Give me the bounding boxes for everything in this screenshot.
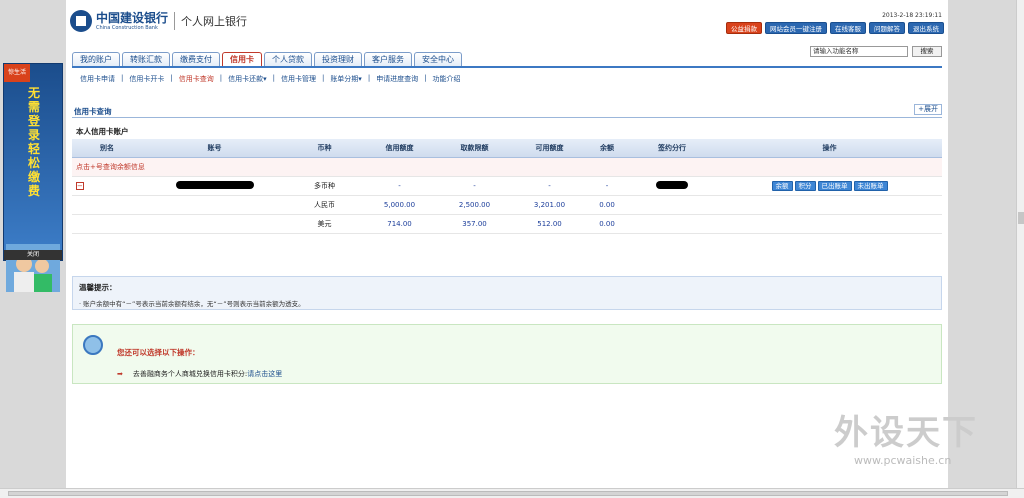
ad-badge: 惊生活 xyxy=(4,64,30,82)
arrow-right-icon: ➡ xyxy=(117,370,123,378)
cell-currency: 美元 xyxy=(287,214,362,234)
faq-button[interactable]: 问题解答 xyxy=(869,22,905,34)
tab-transfer[interactable]: 转账汇款 xyxy=(122,52,170,66)
sub-navigation: 信用卡申请 | 信用卡开卡 | 信用卡查询 | 信用卡还款▾ | 信用卡管理 | 账单分期… xyxy=(80,74,461,84)
bank-page: 中国建设银行 China Construction Bank 个人网上银行 20… xyxy=(66,0,948,488)
col-credit-limit: 信用额度 xyxy=(362,139,437,158)
assistant-icon xyxy=(83,335,103,355)
more-actions-box: 您还可以选择以下操作： ➡ 去善融商务个人商城兑换信用卡积分:请点击这里 xyxy=(72,324,942,384)
watermark-url: www.pcwaishe.cn xyxy=(854,454,952,467)
col-withdraw-limit: 取款限额 xyxy=(437,139,512,158)
subnav-item[interactable]: 信用卡开卡 xyxy=(129,74,164,84)
tips-text: · 账户余额中有“－”号表示当前余额有结余，无“－”号则表示当前余额为透支。 xyxy=(79,300,305,308)
ccb-logo-icon xyxy=(70,10,92,32)
search-input[interactable]: 请输入功能名称 xyxy=(810,46,908,57)
cell-balance: - xyxy=(587,176,627,196)
col-currency: 币种 xyxy=(287,139,362,158)
subnav-item[interactable]: 申请进度查询 xyxy=(376,74,418,84)
tab-loan[interactable]: 个人贷款 xyxy=(264,52,312,66)
table-row: 人民币 5,000.00 2,500.00 3,201.00 0.00 xyxy=(72,195,942,215)
watermark-logo-text: 外设天下 xyxy=(834,413,978,453)
col-alias: 别名 xyxy=(72,139,142,158)
account-title: 本人信用卡账户 xyxy=(76,127,129,136)
subnav-item[interactable]: 信用卡管理 xyxy=(281,74,316,84)
col-available: 可用额度 xyxy=(512,139,587,158)
cell-currency: 人民币 xyxy=(287,195,362,215)
collapse-toggle-icon[interactable]: − xyxy=(76,181,84,190)
site-watermark: 外设天下 www.pcwaishe.cn xyxy=(834,405,984,467)
masked-branch xyxy=(656,180,688,189)
bank-name-cn: 中国建设银行 xyxy=(96,10,169,25)
tab-my-account[interactable]: 我的账户 xyxy=(72,52,120,66)
cell-withdraw: - xyxy=(437,176,512,196)
bank-logo[interactable]: 中国建设银行 China Construction Bank 个人网上银行 xyxy=(70,10,247,32)
ad-slogan: 无需登录 轻松缴费 xyxy=(27,86,40,198)
col-account: 账号 xyxy=(142,139,287,158)
points-button[interactable]: 积分 xyxy=(794,180,816,191)
tab-investment[interactable]: 投资理财 xyxy=(314,52,362,66)
side-advertisement[interactable]: 惊生活 无需登录 轻松缴费 关闭 xyxy=(3,63,63,292)
col-balance: 余额 xyxy=(587,139,627,158)
expand-button[interactable]: +展开 xyxy=(914,104,942,115)
table-header: 别名 账号 币种 信用额度 取款限额 可用额度 余额 签约分行 操作 xyxy=(72,139,942,158)
bank-section: 个人网上银行 xyxy=(181,15,248,28)
subnav-item-current[interactable]: 信用卡查询 xyxy=(179,74,214,84)
online-service-button[interactable]: 在线客服 xyxy=(830,22,866,34)
cell-credit: - xyxy=(362,176,437,196)
cell-balance: 0.00 xyxy=(587,195,627,215)
ad-close-button[interactable]: 关闭 xyxy=(4,250,62,260)
cell-available: - xyxy=(512,176,587,196)
table-hint-row: 点击+号查询余额信息 xyxy=(72,157,942,177)
col-branch: 签约分行 xyxy=(627,139,717,158)
cell-withdraw: 357.00 xyxy=(437,214,512,234)
balance-button[interactable]: 余额 xyxy=(771,180,793,191)
col-operation: 操作 xyxy=(717,139,942,158)
bank-name-en: China Construction Bank xyxy=(96,24,158,31)
cell-available: 3,201.00 xyxy=(512,195,587,215)
masked-account-number xyxy=(175,180,254,189)
unbilled-statement-button[interactable]: 未出账单 xyxy=(853,180,888,191)
donate-button[interactable]: 公益捐款 xyxy=(726,22,762,34)
table-row: 美元 714.00 357.00 512.00 0.00 xyxy=(72,214,942,234)
tips-title: 温馨提示： xyxy=(79,283,117,292)
cell-credit: 714.00 xyxy=(362,214,437,234)
cell-credit: 5,000.00 xyxy=(362,195,437,215)
cell-currency: 多币种 xyxy=(287,176,362,196)
tab-security[interactable]: 安全中心 xyxy=(414,52,462,66)
main-tabs: 我的账户 转账汇款 缴费支付 信用卡 个人贷款 投资理财 客户服务 安全中心 xyxy=(72,52,462,66)
vertical-scrollbar[interactable] xyxy=(1016,0,1024,488)
action-item: ➡ 去善融商务个人商城兑换信用卡积分:请点击这里 xyxy=(117,369,282,379)
action-text: 去善融商务个人商城兑换信用卡积分: xyxy=(132,370,248,378)
subnav-item[interactable]: 功能介绍 xyxy=(433,74,461,84)
tab-credit-card[interactable]: 信用卡 xyxy=(222,52,262,66)
register-button[interactable]: 网站会员一键注册 xyxy=(765,22,827,34)
current-datetime: 2013-2-18 23:19:11 xyxy=(882,12,942,19)
tab-payment[interactable]: 缴费支付 xyxy=(172,52,220,66)
cell-available: 512.00 xyxy=(512,214,587,234)
tab-customer-service[interactable]: 客户服务 xyxy=(364,52,412,66)
subnav-item[interactable]: 信用卡还款▾ xyxy=(228,74,267,84)
subnav-item[interactable]: 信用卡申请 xyxy=(80,74,115,84)
horizontal-scrollbar[interactable] xyxy=(0,488,1024,498)
credit-card-table: 别名 账号 币种 信用额度 取款限额 可用额度 余额 签约分行 操作 点击+号查… xyxy=(72,139,942,234)
table-row: − 多币种 - - - - 余额 积分 已出账单 未出账单 xyxy=(72,176,942,196)
subnav-item[interactable]: 账单分期▾ xyxy=(330,74,362,84)
logout-button[interactable]: 退出系统 xyxy=(908,22,944,34)
actions-title: 您还可以选择以下操作： xyxy=(117,348,200,357)
tips-box: 温馨提示： · 账户余额中有“－”号表示当前余额有结余，无“－”号则表示当前余额… xyxy=(72,276,942,310)
search-button[interactable]: 搜索 xyxy=(912,46,942,57)
section-title: 信用卡查询 xyxy=(74,107,112,116)
cell-withdraw: 2,500.00 xyxy=(437,195,512,215)
billed-statement-button[interactable]: 已出账单 xyxy=(817,180,852,191)
cell-balance: 0.00 xyxy=(587,214,627,234)
action-link[interactable]: 请点击这里 xyxy=(247,370,282,378)
top-buttons: 公益捐款 网站会员一键注册 在线客服 问题解答 退出系统 xyxy=(726,22,944,34)
expand-hint: 点击+号查询余额信息 xyxy=(72,157,942,177)
